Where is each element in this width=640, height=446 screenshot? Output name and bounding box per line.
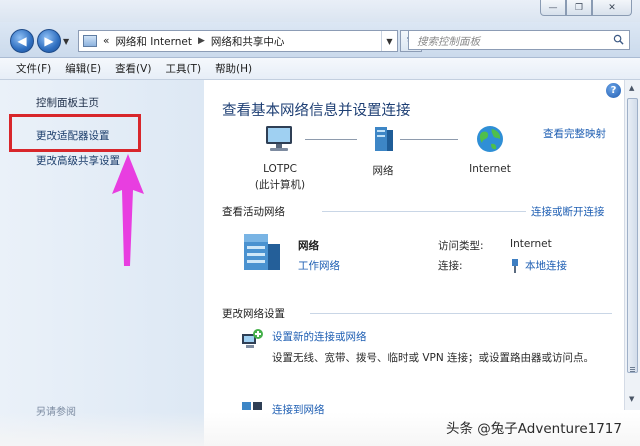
scroll-down-icon[interactable]: ▼ [629,395,634,403]
back-button[interactable]: ◀ [10,29,34,53]
watermark-text: 头条 @兔子Adventure1717 [446,421,622,437]
network-type-link[interactable]: 工作网络 [298,258,340,273]
connect-network-icon [242,402,262,410]
internet-node-label: Internet [469,163,511,175]
maximize-button[interactable]: ❐ [566,0,592,16]
address-bar[interactable]: « 网络和 Internet ▶ 网络和共享中心 ▼ [78,30,398,52]
highlight-box [9,114,141,152]
change-settings-heading: 更改网络设置 [222,308,285,320]
globe-icon [477,126,503,152]
network-building-icon [244,234,280,270]
minimize-button[interactable]: — [540,0,566,16]
map-link-line [305,139,357,140]
search-input[interactable]: 搜索控制面板 [408,30,630,50]
active-networks-heading: 查看活动网络 [222,206,285,218]
scroll-grip-icon [630,367,635,368]
breadcrumb-prefix[interactable]: « [103,35,109,47]
access-type-label: 访问类型: [438,240,484,252]
setup-new-connection-link[interactable]: 设置新的连接或网络 [272,329,367,344]
breadcrumb-separator-icon[interactable]: ▶ [198,36,205,46]
menu-view[interactable]: 查看(V) [115,61,151,76]
help-icon[interactable]: ? [606,83,621,98]
back-arrow-icon: ◀ [17,34,27,48]
section-divider [310,313,612,314]
computer-icon [266,126,292,151]
pointer-arrow-icon [112,154,144,266]
scroll-up-icon[interactable]: ▲ [629,84,634,92]
control-panel-icon [83,35,97,47]
new-connection-icon [242,329,263,348]
control-panel-home-link[interactable]: 控制面板主页 [36,95,99,110]
connections-value: 本地连接 [510,258,567,273]
menu-help[interactable]: 帮助(H) [215,61,252,76]
menu-bar: 文件(F) 编辑(E) 查看(V) 工具(T) 帮助(H) [0,58,640,80]
search-icon [613,34,624,45]
map-network-node: 网络 [358,124,408,178]
active-network-name: 网络 [298,240,319,252]
breadcrumb-network-internet[interactable]: 网络和 Internet [115,34,192,49]
ethernet-icon [512,258,518,273]
window-controls: — ❐ ✕ [540,0,632,16]
network-icon [375,127,393,151]
breadcrumb-sharing-center[interactable]: 网络和共享中心 [211,34,285,49]
page-title: 查看基本网络信息并设置连接 [222,103,411,119]
title-bar: — ❐ ✕ [0,0,640,22]
vertical-scrollbar[interactable]: ▲ ▼ [624,80,640,410]
map-internet-node: Internet [460,124,520,175]
scroll-thumb[interactable] [627,98,638,373]
local-connection-link[interactable]: 本地连接 [525,258,567,273]
address-dropdown-icon[interactable]: ▼ [381,31,397,51]
view-full-map-link[interactable]: 查看完整映射 [543,126,606,141]
map-link-line [400,139,458,140]
connections-label: 连接: [438,260,463,272]
access-type-value: Internet [510,238,552,250]
menu-file[interactable]: 文件(F) [16,61,51,76]
computer-sub-label: (此计算机) [254,179,306,191]
network-node-label: 网络 [372,165,394,177]
computer-name-label: LOTPC [263,163,297,175]
forward-button[interactable]: ▶ [37,29,61,53]
recent-pages-dropdown[interactable]: ▼ [63,37,69,46]
map-computer-node: LOTPC (此计算机) [244,124,316,192]
forward-arrow-icon: ▶ [44,34,54,48]
menu-edit[interactable]: 编辑(E) [65,61,101,76]
setup-connection-description: 设置无线、宽带、拨号、临时或 VPN 连接；或设置路由器或访问点。 [272,352,595,364]
menu-tools[interactable]: 工具(T) [165,61,201,76]
close-button[interactable]: ✕ [592,0,632,16]
connect-disconnect-link[interactable]: 连接或断开连接 [531,204,605,219]
search-placeholder: 搜索控制面板 [417,36,480,48]
section-divider [322,211,526,212]
